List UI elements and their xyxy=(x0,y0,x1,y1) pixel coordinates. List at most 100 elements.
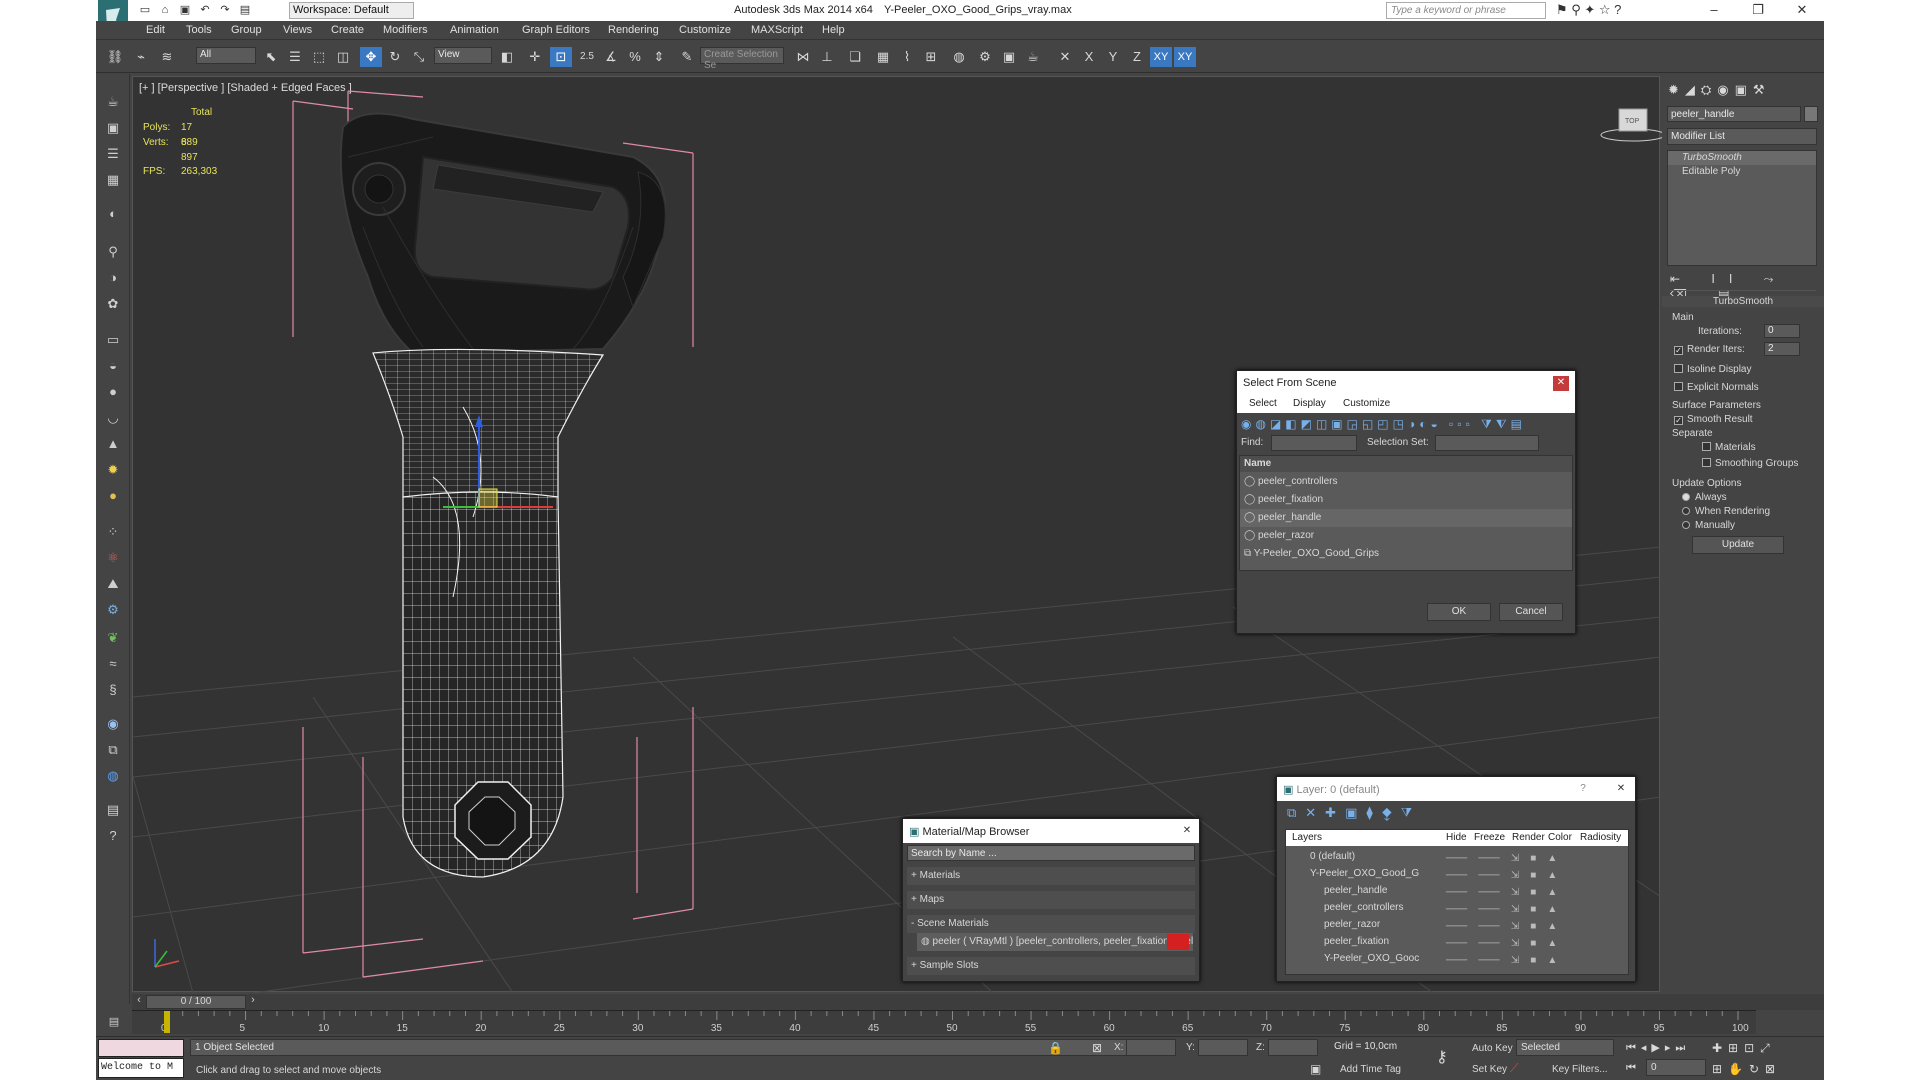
layer-row[interactable]: Y-Peeler_OXO_Gooc xyxy=(1320,950,1438,968)
selection-set-dropdown[interactable] xyxy=(1435,435,1539,451)
absolute-mode-icon[interactable]: ⊠ xyxy=(1092,1041,1102,1055)
maps-group[interactable]: + Maps xyxy=(907,891,1195,909)
smoothing-groups-checkbox[interactable]: Smoothing Groups xyxy=(1702,458,1798,469)
hair-icon[interactable]: ≈ xyxy=(103,654,123,674)
menu-tools[interactable]: Tools xyxy=(186,24,212,36)
maximize-button[interactable]: ❐ xyxy=(1736,0,1780,21)
select-scale-icon[interactable]: ⤡ xyxy=(408,47,430,67)
axis-z-button[interactable]: Z xyxy=(1126,47,1148,67)
always-radio[interactable]: Always xyxy=(1682,492,1727,503)
sphere-icon[interactable]: ● xyxy=(103,382,123,402)
menu-group[interactable]: Group xyxy=(231,24,262,36)
select-menu-customize[interactable]: Customize xyxy=(1343,398,1390,409)
layer-row[interactable]: 0 (default) xyxy=(1306,848,1438,866)
dome-icon[interactable]: ◒ xyxy=(103,356,123,376)
menu-help[interactable]: Help xyxy=(822,24,845,36)
keyboard-shortcut-icon[interactable]: ⊡ xyxy=(550,47,572,67)
time-slider-track[interactable]: ‹ 0 / 100 › xyxy=(132,994,1824,1010)
add-time-tag[interactable]: Add Time Tag xyxy=(1340,1064,1401,1075)
time-slider-thumb[interactable]: 0 / 100 xyxy=(146,995,246,1009)
z-coord-field[interactable] xyxy=(1268,1039,1318,1056)
col-color[interactable]: Color xyxy=(1548,832,1572,843)
minimize-button[interactable]: – xyxy=(1692,0,1736,21)
teapot-icon[interactable]: ☕ xyxy=(103,92,123,112)
maxscript-listener-top[interactable] xyxy=(98,1039,184,1057)
layer-dialog-close-icon[interactable]: ✕ xyxy=(1613,782,1629,797)
playback-controls[interactable]: ⏮◂▶▸⏭ xyxy=(1626,1041,1690,1055)
menu-rendering[interactable]: Rendering xyxy=(608,24,659,36)
ok-button[interactable]: OK xyxy=(1427,603,1491,621)
save-file-icon[interactable]: ▣ xyxy=(176,2,194,18)
layer-row[interactable]: peeler_handle xyxy=(1320,882,1438,900)
paint-icon[interactable]: ✿ xyxy=(103,294,123,314)
world-icon[interactable]: ◍ xyxy=(103,766,123,786)
smooth-result-checkbox[interactable]: ✓ Smooth Result xyxy=(1674,414,1753,425)
track-bar[interactable]: 0510152025303540455055606570758085909510… xyxy=(132,1010,1756,1034)
select-menu-select[interactable]: Select xyxy=(1249,398,1277,409)
key-mode-toggle-icon[interactable]: ⏮ xyxy=(1626,1062,1636,1075)
time-cursor[interactable] xyxy=(164,1011,170,1033)
menu-graph-editors[interactable]: Graph Editors xyxy=(522,24,590,36)
project-folder-icon[interactable]: ▤ xyxy=(236,2,254,18)
viewcube[interactable]: TOP xyxy=(1597,103,1667,143)
update-button[interactable]: Update xyxy=(1692,536,1784,554)
schematic-view-icon[interactable]: ⊞ xyxy=(920,47,942,67)
menu-views[interactable]: Views xyxy=(283,24,312,36)
key-filters-button[interactable]: Key Filters... xyxy=(1552,1064,1608,1075)
material-search-input[interactable]: Search by Name ... xyxy=(907,845,1195,861)
bind-spacewarp-icon[interactable]: ≋ xyxy=(156,47,178,67)
edit-named-selection-icon[interactable]: ✎ xyxy=(676,47,698,67)
sun-icon[interactable]: ✹ xyxy=(103,460,123,480)
cone-icon[interactable]: ▲ xyxy=(103,434,123,454)
object-name-field[interactable]: peeler_handle xyxy=(1667,106,1801,122)
axis-y-button[interactable]: Y xyxy=(1102,47,1124,67)
select-manipulate-icon[interactable]: ✛ xyxy=(524,47,546,67)
current-frame-field[interactable]: 0 xyxy=(1646,1059,1706,1076)
box-icon[interactable]: ▭ xyxy=(103,330,123,350)
angle-snap-icon[interactable]: ∡ xyxy=(600,47,622,67)
bowl-icon[interactable]: ◡ xyxy=(103,408,123,428)
named-selection-dropdown[interactable]: Create Selection Se xyxy=(700,47,784,71)
camera-icon[interactable]: ⚲ xyxy=(103,242,123,262)
curve-editor-icon[interactable]: ⌇ xyxy=(896,47,918,67)
stack-item-turbosmooth[interactable]: TurboSmooth xyxy=(1668,151,1816,165)
materials-checkbox[interactable]: Materials xyxy=(1702,442,1756,453)
select-filter-icons[interactable]: ◉◍◪◧◩◫▣◲◱◰◳◑◐◒ ▫▫▫ ⧩⧨▤ xyxy=(1241,417,1526,432)
layers-icon[interactable]: ⧉ xyxy=(103,740,123,760)
menu-edit[interactable]: Edit xyxy=(146,24,165,36)
list-item[interactable]: ◯ peeler_controllers xyxy=(1240,473,1572,491)
select-by-name-icon[interactable]: ☰ xyxy=(284,47,306,67)
axis-xy-cycle-button[interactable]: XY xyxy=(1174,47,1196,67)
orb-icon[interactable]: ● xyxy=(103,486,123,506)
when-rendering-radio[interactable]: When Rendering xyxy=(1682,506,1770,517)
layer-toolbar-icons[interactable]: ⧉✕✚▣⧫⧪⧩ xyxy=(1287,805,1421,821)
list-item[interactable]: ◯ peeler_handle xyxy=(1240,509,1572,527)
axis-x-button[interactable]: X xyxy=(1078,47,1100,67)
manually-radio[interactable]: Manually xyxy=(1682,520,1735,531)
menu-create[interactable]: Create xyxy=(331,24,364,36)
select-rotate-icon[interactable]: ↻ xyxy=(384,47,406,67)
help-icon[interactable]: ? xyxy=(103,826,123,846)
col-layers[interactable]: Layers xyxy=(1292,832,1322,843)
sample-slots-group[interactable]: + Sample Slots xyxy=(907,957,1195,975)
workspace-dropdown[interactable]: Workspace: Default xyxy=(289,2,414,19)
select-move-icon[interactable]: ✥ xyxy=(360,47,382,67)
plant-icon[interactable]: ❦ xyxy=(103,628,123,648)
spinner-snap-icon[interactable]: ⇕ xyxy=(648,47,670,67)
viewport-nav-icons-top[interactable]: ✚⊞⊡⤢ xyxy=(1712,1041,1776,1056)
sound-icon[interactable]: ◑ xyxy=(103,268,123,288)
layer-manager-icon[interactable]: ❏ xyxy=(844,47,866,67)
iterations-spinner[interactable]: 0 xyxy=(1764,324,1800,338)
open-file-icon[interactable]: ⌂ xyxy=(156,2,174,18)
object-color-swatch[interactable] xyxy=(1804,106,1818,122)
axis-xy-button[interactable]: XY xyxy=(1150,47,1172,67)
unlink-icon[interactable]: ⌁ xyxy=(130,47,152,67)
y-coord-field[interactable] xyxy=(1198,1039,1248,1056)
find-input[interactable] xyxy=(1271,435,1357,451)
redo-icon[interactable]: ↷ xyxy=(216,2,234,18)
scene-materials-group[interactable]: - Scene Materials xyxy=(907,915,1195,933)
isoline-display-checkbox[interactable]: Isoline Display xyxy=(1674,364,1751,375)
select-object-icon[interactable]: ⬉ xyxy=(260,47,282,67)
list-item[interactable]: ◯ peeler_razor xyxy=(1240,527,1572,545)
render-iters-spinner[interactable]: 2 xyxy=(1764,342,1800,356)
